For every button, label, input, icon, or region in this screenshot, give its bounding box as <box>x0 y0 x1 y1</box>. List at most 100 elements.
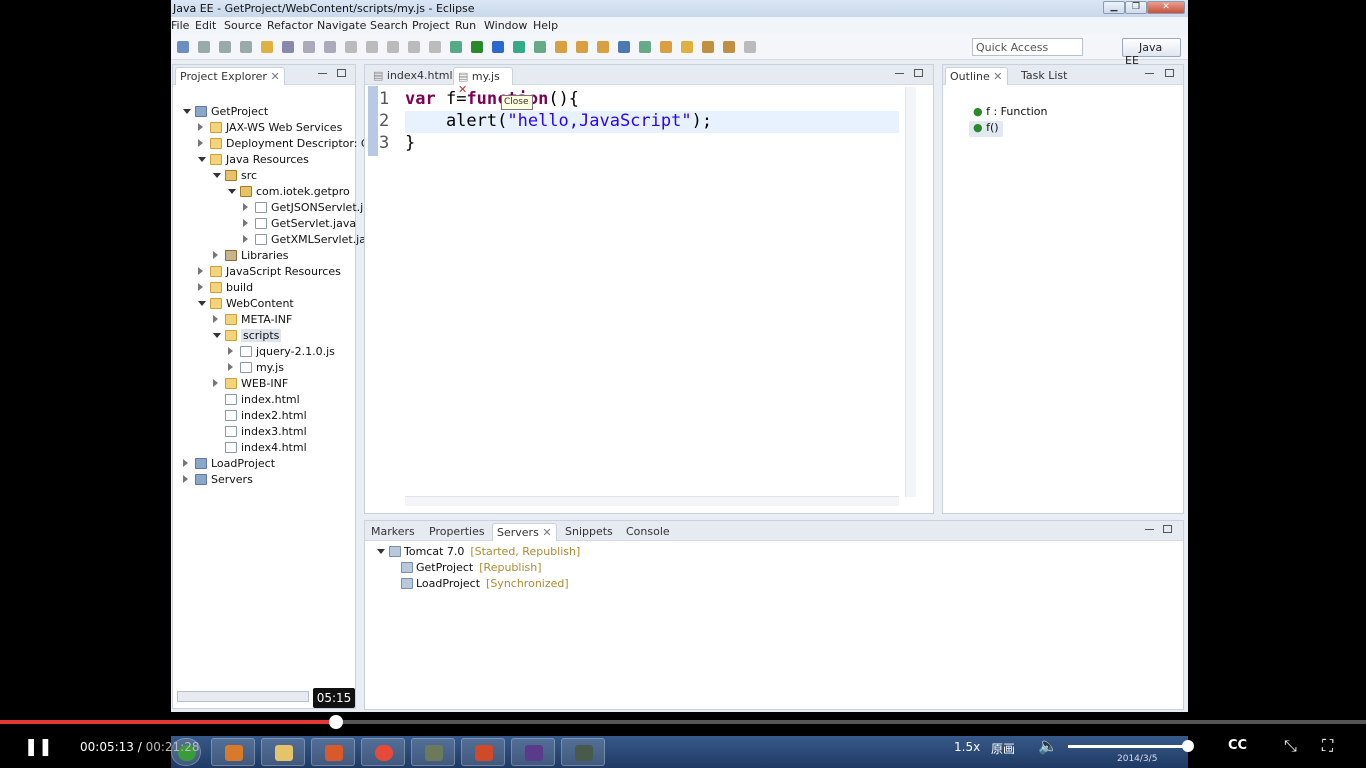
volume-icon[interactable]: 🔈 <box>1038 736 1058 755</box>
minimize-icon[interactable] <box>895 73 904 75</box>
taskbar-app-1[interactable] <box>211 738 255 766</box>
maximize-icon[interactable] <box>914 69 923 77</box>
fullscreen-icon[interactable]: ⛶ <box>1322 736 1333 756</box>
taskbar-app-5[interactable] <box>411 738 455 766</box>
toolbar-button-icon[interactable] <box>702 41 714 53</box>
menu-file[interactable]: File <box>171 19 189 32</box>
menu-source[interactable]: Source <box>224 19 262 32</box>
volume-slider[interactable] <box>1068 745 1188 748</box>
collapsed-arrow-icon[interactable] <box>198 283 203 291</box>
tab-outline[interactable]: Outline ✕ <box>945 67 1008 85</box>
vertical-scrollbar[interactable] <box>905 87 916 497</box>
code-line[interactable]: alert("hello,JavaScript"); <box>405 111 712 131</box>
taskbar-app-8[interactable] <box>561 738 605 766</box>
close-icon[interactable]: ✕ <box>270 70 279 83</box>
toolbar-button-icon[interactable] <box>366 41 378 53</box>
menu-search[interactable]: Search <box>370 19 408 32</box>
collapsed-arrow-icon[interactable] <box>183 475 188 483</box>
toolbar-button-icon[interactable] <box>219 41 231 53</box>
menu-edit[interactable]: Edit <box>195 19 216 32</box>
progress-knob[interactable] <box>329 715 344 729</box>
toolbar-button-icon[interactable] <box>387 41 399 53</box>
taskbar-eclipse[interactable] <box>511 738 555 766</box>
tab-servers[interactable]: Servers ✕ <box>492 523 557 541</box>
taskbar-chrome[interactable] <box>361 738 405 766</box>
minimize-icon[interactable] <box>1145 73 1154 75</box>
collapsed-arrow-icon[interactable] <box>228 363 233 371</box>
menu-project[interactable]: Project <box>412 19 450 32</box>
toolbar-button-icon[interactable] <box>450 41 462 53</box>
collapsed-arrow-icon[interactable] <box>183 459 188 467</box>
maximize-button[interactable]: ❐ <box>1125 1 1147 14</box>
toolbar-button-icon[interactable] <box>513 41 525 53</box>
code-line[interactable]: var f=function(){ <box>405 89 579 109</box>
collapsed-arrow-icon[interactable] <box>198 139 203 147</box>
toolbar-button-icon[interactable] <box>345 41 357 53</box>
toolbar-button-icon[interactable] <box>492 41 504 53</box>
code-line[interactable]: } <box>405 133 415 153</box>
video-progress[interactable] <box>0 715 1366 729</box>
collapsed-arrow-icon[interactable] <box>228 347 233 355</box>
maximize-icon[interactable] <box>1165 69 1174 77</box>
menu-run[interactable]: Run <box>455 19 476 32</box>
menu-help[interactable]: Help <box>533 19 558 32</box>
maximize-icon[interactable] <box>1163 525 1172 533</box>
horizontal-scrollbar[interactable] <box>405 496 899 506</box>
expanded-arrow-icon[interactable] <box>377 549 385 554</box>
menu-navigate[interactable]: Navigate <box>317 19 366 32</box>
speed-button[interactable]: 1.5x <box>954 740 980 754</box>
quality-button[interactable]: 原画 <box>991 740 1015 757</box>
horizontal-scrollbar[interactable] <box>177 691 309 702</box>
toolbar-button-icon[interactable] <box>471 41 483 53</box>
menu-refactor[interactable]: Refactor <box>267 19 313 32</box>
pause-icon[interactable]: ❚❚ <box>24 737 53 757</box>
tab-project-explorer[interactable]: Project Explorer ✕ <box>175 67 285 85</box>
toolbar-button-icon[interactable] <box>660 41 672 53</box>
toolbar-button-icon[interactable] <box>282 41 294 53</box>
expanded-arrow-icon[interactable] <box>198 301 206 306</box>
quick-access-input[interactable]: Quick Access <box>972 38 1083 56</box>
toolbar-button-icon[interactable] <box>639 41 651 53</box>
toolbar-button-icon[interactable] <box>303 41 315 53</box>
toolbar-button-icon[interactable] <box>555 41 567 53</box>
toolbar-button-icon[interactable] <box>597 41 609 53</box>
close-icon[interactable]: ✕ <box>542 526 551 539</box>
collapsed-arrow-icon[interactable] <box>213 315 218 323</box>
tab-task-list[interactable]: Task List <box>1017 67 1071 85</box>
toolbar-button-icon[interactable] <box>723 41 735 53</box>
expanded-arrow-icon[interactable] <box>198 157 206 162</box>
cc-button[interactable]: CC <box>1228 738 1247 753</box>
tab-markers[interactable]: Markers <box>367 523 419 541</box>
close-icon[interactable]: ✕ <box>993 70 1002 83</box>
tab-snippets[interactable]: Snippets <box>561 523 617 541</box>
taskbar-explorer[interactable] <box>261 738 305 766</box>
toolbar-button-icon[interactable] <box>618 41 630 53</box>
toolbar-button-icon[interactable] <box>534 41 546 53</box>
toolbar-button-icon[interactable] <box>240 41 252 53</box>
minimize-icon[interactable] <box>318 73 327 75</box>
toolbar-button-icon[interactable] <box>744 41 756 53</box>
minimize-icon[interactable] <box>1145 529 1154 531</box>
perspective-java-ee-button[interactable]: Java EE <box>1122 38 1181 67</box>
toolbar-button-icon[interactable] <box>324 41 336 53</box>
outline-item[interactable]: ● f() <box>969 121 1003 137</box>
collapsed-arrow-icon[interactable] <box>213 379 218 387</box>
tab-index4-html[interactable]: ▤ index4.html <box>369 67 457 85</box>
toolbar-button-icon[interactable] <box>681 41 693 53</box>
toolbar-button-icon[interactable] <box>261 41 273 53</box>
collapsed-arrow-icon[interactable] <box>243 219 248 227</box>
menu-window[interactable]: Window <box>484 19 527 32</box>
toolbar-button-icon[interactable] <box>576 41 588 53</box>
expanded-arrow-icon[interactable] <box>183 109 191 114</box>
minimize-button[interactable]: ▁ <box>1103 1 1125 14</box>
tab-console[interactable]: Console <box>622 523 674 541</box>
pip-icon[interactable]: ⤡ <box>1284 736 1297 756</box>
outline-item[interactable]: ● f : Function <box>973 105 1047 121</box>
toolbar-button-icon[interactable] <box>408 41 420 53</box>
tab-my-js[interactable]: ▤ my.js ✕ <box>453 67 513 96</box>
taskbar-powerpoint[interactable] <box>461 738 505 766</box>
volume-knob[interactable] <box>1182 740 1194 752</box>
expanded-arrow-icon[interactable] <box>228 189 236 194</box>
close-window-button[interactable]: ✕ <box>1147 1 1185 14</box>
collapsed-arrow-icon[interactable] <box>198 123 203 131</box>
